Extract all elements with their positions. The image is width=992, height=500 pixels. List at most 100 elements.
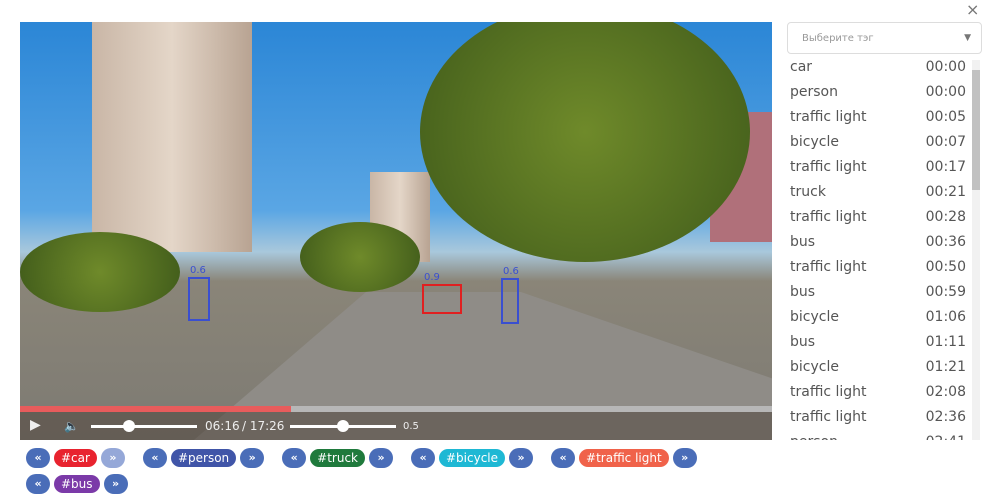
tag-group: « #bus » — [26, 474, 132, 496]
list-item[interactable]: traffic light 00:28 — [790, 206, 968, 231]
list-item-tag: traffic light — [790, 109, 867, 125]
list-item-time: 01:11 — [925, 334, 966, 350]
list-item-tag: bicycle — [790, 134, 839, 150]
list-item[interactable]: bicycle 01:06 — [790, 306, 968, 331]
tag-chip[interactable]: #truck — [310, 449, 365, 467]
list-item-time: 00:36 — [925, 234, 966, 250]
tree — [300, 222, 420, 292]
next-tag-button[interactable]: » — [672, 448, 697, 468]
scrollbar-thumb[interactable] — [972, 70, 980, 190]
list-item[interactable]: traffic light 00:05 — [790, 106, 968, 131]
list-item[interactable]: truck 00:21 — [790, 181, 968, 206]
detection-score: 0.6 — [503, 266, 519, 277]
list-item-tag: traffic light — [790, 409, 867, 425]
list-item-time: 00:00 — [925, 59, 966, 75]
next-tag-button[interactable]: » — [369, 448, 393, 468]
list-item[interactable]: bicycle 00:07 — [790, 131, 968, 156]
list-item-time: 00:59 — [925, 284, 966, 300]
list-item-time: 02:08 — [925, 384, 966, 400]
list-item-time: 01:21 — [925, 359, 966, 375]
list-item-tag: person — [790, 431, 838, 440]
list-item-time: 00:28 — [925, 209, 966, 225]
list-item-time: 00:05 — [925, 109, 966, 125]
tag-chip[interactable]: #bicycle — [439, 449, 506, 467]
chevron-down-icon: ▼ — [964, 33, 971, 43]
list-item[interactable]: traffic light 02:08 — [790, 381, 968, 406]
prev-tag-button[interactable]: « — [282, 448, 307, 468]
volume-slider[interactable] — [290, 420, 396, 432]
tag-group: « #truck » — [282, 448, 397, 470]
next-tag-button[interactable]: » — [240, 448, 265, 468]
tag-chip[interactable]: #bus — [54, 475, 100, 493]
list-item-time: 00:50 — [925, 259, 966, 275]
list-item[interactable]: traffic light 00:50 — [790, 256, 968, 281]
list-item-tag: traffic light — [790, 384, 867, 400]
prev-tag-button[interactable]: « — [142, 448, 167, 468]
tag-group: « #person » — [142, 448, 268, 470]
list-item-tag: bicycle — [790, 359, 839, 375]
prev-tag-button[interactable]: « — [26, 474, 50, 494]
list-item-time: 00:17 — [925, 159, 966, 175]
list-item[interactable]: person 02:41 — [790, 431, 968, 440]
list-item-tag: traffic light — [790, 259, 867, 275]
list-item-tag: traffic light — [790, 159, 867, 175]
list-item-time: 02:36 — [925, 409, 966, 425]
detection-score: 0.9 — [424, 272, 440, 283]
list-item[interactable]: car 00:00 — [790, 56, 968, 81]
volume-slider-knob[interactable] — [336, 420, 349, 432]
list-item-tag: traffic light — [790, 209, 867, 225]
tag-group: « #car » — [26, 448, 129, 470]
duration: / 17:26 — [242, 419, 285, 433]
list-item-tag: car — [790, 59, 813, 75]
video-player[interactable]: 0.6 0.9 0.6 ▶ 🔈 06:16 / 17:26 0.5 — [20, 22, 772, 440]
list-item[interactable]: bicycle 01:21 — [790, 356, 968, 381]
scrollbar[interactable] — [972, 60, 980, 440]
list-item[interactable]: bus 00:36 — [790, 231, 968, 256]
list-item-tag: bus — [790, 334, 816, 350]
tag-timeline-list: car 00:00 person 00:00 traffic light 00:05 bic… — [790, 56, 968, 440]
close-icon[interactable]: × — [966, 0, 979, 19]
current-time: 06:16 — [205, 419, 240, 433]
list-item[interactable]: person 00:00 — [790, 81, 968, 106]
list-item-tag: truck — [790, 184, 826, 200]
tag-chip[interactable]: #traffic light — [579, 449, 669, 467]
tag-select[interactable]: Выберите тэг ▼ — [787, 22, 982, 54]
list-item-time: 01:06 — [925, 309, 966, 325]
next-tag-button[interactable]: » — [100, 448, 125, 468]
building — [92, 22, 252, 252]
volume-icon[interactable]: 🔈 — [64, 419, 79, 433]
tag-group: « #bicycle » — [411, 448, 537, 470]
list-item-time: 00:00 — [925, 84, 966, 100]
detection-box: 0.6 — [188, 265, 210, 321]
tag-chip[interactable]: #person — [170, 449, 237, 467]
prev-tag-button[interactable]: « — [551, 448, 576, 468]
time-slider-knob[interactable] — [122, 420, 135, 432]
list-item-time: 00:07 — [925, 134, 966, 150]
list-item[interactable]: traffic light 02:36 — [790, 406, 968, 431]
time-slider[interactable] — [91, 420, 197, 432]
tree — [20, 232, 180, 312]
tag-navigation: « #car » « #person » « #truck » « #bicycle … — [26, 448, 766, 500]
prev-tag-button[interactable]: « — [26, 448, 50, 468]
tag-chip[interactable]: #car — [54, 449, 97, 467]
volume-value: 0.5 — [403, 421, 419, 432]
list-item-tag: person — [790, 84, 838, 100]
list-item[interactable]: traffic light 00:17 — [790, 156, 968, 181]
play-icon[interactable]: ▶ — [30, 417, 41, 433]
video-controls: ▶ 🔈 06:16 / 17:26 0.5 — [20, 412, 772, 440]
tag-select-placeholder: Выберите тэг — [802, 33, 874, 44]
list-item-tag: bicycle — [790, 309, 839, 325]
prev-tag-button[interactable]: « — [411, 448, 435, 468]
list-item-time: 00:21 — [925, 184, 966, 200]
list-item[interactable]: bus 01:11 — [790, 331, 968, 356]
next-tag-button[interactable]: » — [103, 474, 128, 494]
detection-box: 0.9 — [422, 272, 462, 314]
detection-score: 0.6 — [190, 265, 206, 276]
tree — [420, 22, 750, 262]
list-item-tag: bus — [790, 234, 816, 250]
list-item[interactable]: bus 00:59 — [790, 281, 968, 306]
tag-group: « #traffic light » — [551, 448, 701, 470]
list-item-tag: bus — [790, 284, 816, 300]
next-tag-button[interactable]: » — [509, 448, 534, 468]
list-item-time: 02:41 — [926, 431, 966, 440]
